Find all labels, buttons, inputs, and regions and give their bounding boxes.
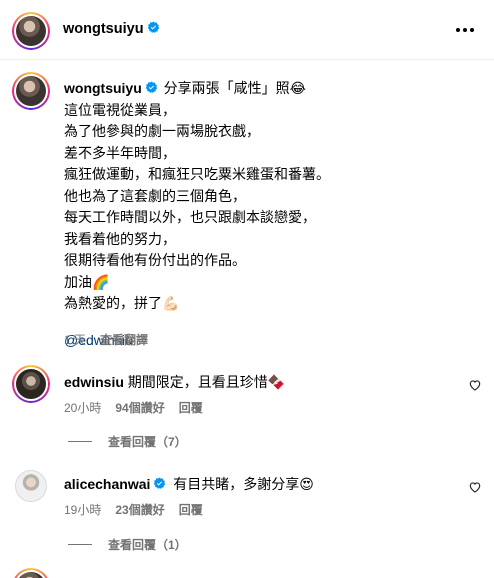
caption-line: 分享兩張「咸性」照😂 <box>163 80 307 96</box>
more-options-icon[interactable] <box>456 22 474 38</box>
comment-username[interactable]: alicechanwai <box>64 476 150 492</box>
caption-line: 為熱愛的，拼了💪🏻 <box>64 295 180 311</box>
comment-username[interactable]: edwinsiu <box>64 374 124 390</box>
comment-text: 有目共睹，多謝分享😍 <box>173 476 314 492</box>
comment-avatar[interactable] <box>12 568 50 578</box>
caption-line: 很期待看他有份付出的作品。 <box>64 252 246 268</box>
like-heart-icon[interactable] <box>468 378 482 392</box>
replies-divider <box>68 441 92 442</box>
comment-time[interactable]: 20小時 <box>64 401 101 415</box>
caption-line: 瘋狂做運動，和瘋狂只吃粟米雞蛋和番薯。 <box>64 166 330 182</box>
comment-body: edwinsiu 期間限定，且看且珍惜🍫 <box>64 372 285 392</box>
header-avatar[interactable] <box>12 12 50 50</box>
caption-line: 差不多半年時間， <box>64 144 176 161</box>
view-replies-button[interactable]: 查看回覆（1） <box>68 536 187 553</box>
comment-body: alicechanwai 有目共睹，多謝分享😍 <box>64 474 314 494</box>
caption-avatar[interactable] <box>12 72 50 110</box>
caption-username[interactable]: wongtsuiyu <box>64 80 142 96</box>
comment-avatar[interactable] <box>12 365 50 403</box>
caption-line: 他也為了這套劇的三個角色， <box>64 187 246 204</box>
post-header: wongtsuiyu <box>0 0 494 60</box>
post-caption: wongtsuiyu 分享兩張「咸性」照😂 這位電視從業員， 為了他參與的劇一兩… <box>64 78 474 351</box>
caption-time[interactable]: 1 天 <box>64 333 86 347</box>
verified-badge-icon <box>154 477 166 489</box>
comment-text: 期間限定，且看且珍惜🍫 <box>127 374 286 390</box>
comment-meta: 20小時 94個讚好 回覆 <box>64 399 203 416</box>
see-translation-button[interactable]: 查看翻譯 <box>100 333 148 347</box>
comment-avatar[interactable] <box>15 470 47 502</box>
caption-line: 為了他參與的劇一兩場脫衣戲， <box>64 123 260 139</box>
view-replies-label: 查看回覆（7） <box>108 435 187 449</box>
replies-divider <box>68 544 92 545</box>
verified-badge-icon <box>147 21 159 33</box>
caption-first-line: wongtsuiyu 分享兩張「咸性」照😂 <box>64 78 474 100</box>
comment-time[interactable]: 19小時 <box>64 503 101 517</box>
reply-button[interactable]: 回覆 <box>179 401 203 415</box>
view-replies-label: 查看回覆（1） <box>108 538 187 552</box>
like-heart-icon[interactable] <box>468 480 482 494</box>
caption-line: 加油🌈 <box>64 273 110 290</box>
caption-line: 每天工作時間以外，也只跟劇本談戀愛， <box>64 209 316 225</box>
comment-likes[interactable]: 23個讚好 <box>115 503 164 517</box>
caption-line: 這位電視從業員， <box>64 101 176 118</box>
verified-badge-icon <box>145 81 157 93</box>
header-username-row: wongtsuiyu <box>63 21 160 37</box>
view-replies-button[interactable]: 查看回覆（7） <box>68 433 187 450</box>
caption-line: 我看着他的努力， <box>64 230 176 247</box>
comment-likes[interactable]: 94個讚好 <box>115 401 164 415</box>
caption-meta: 1 天查看翻譯 <box>64 331 148 348</box>
reply-button[interactable]: 回覆 <box>179 503 203 517</box>
comment-meta: 19小時 23個讚好 回覆 <box>64 501 203 518</box>
header-username[interactable]: wongtsuiyu <box>63 21 144 37</box>
